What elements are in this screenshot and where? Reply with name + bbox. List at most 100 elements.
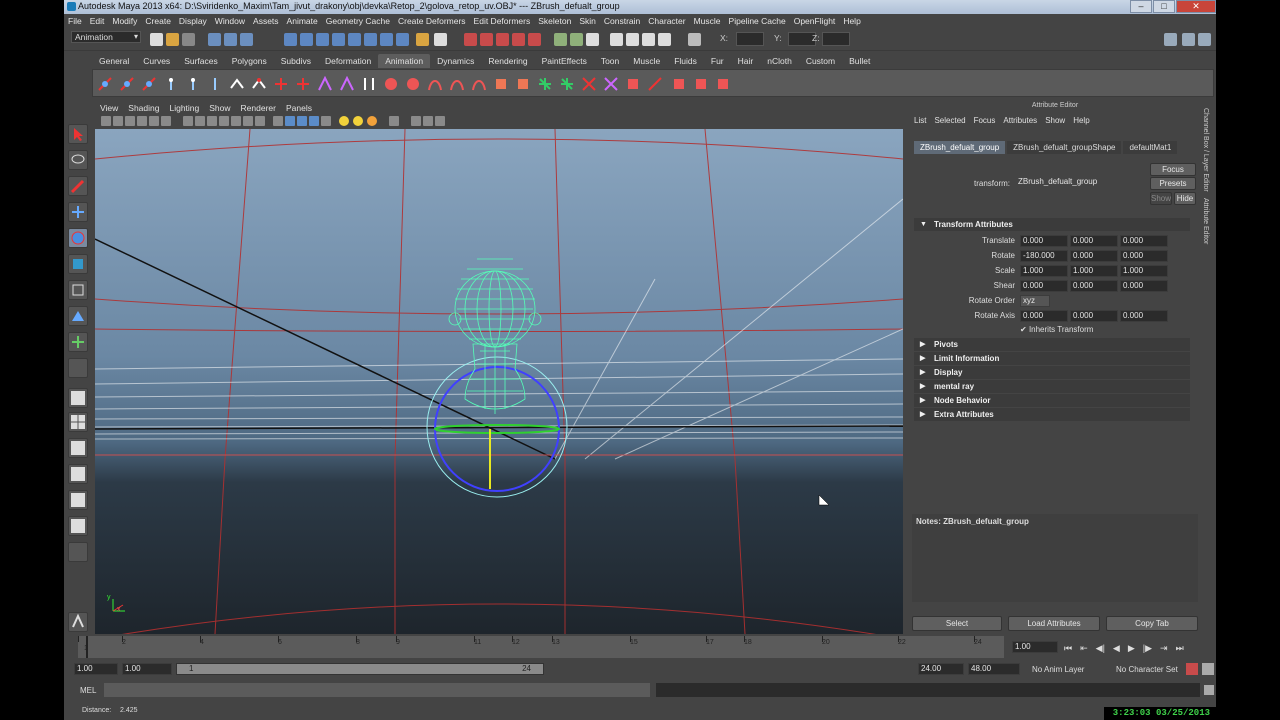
minimize-button[interactable]: – bbox=[1130, 0, 1152, 13]
menu-edit[interactable]: Edit bbox=[90, 14, 105, 28]
gate-mask-icon[interactable] bbox=[219, 116, 229, 126]
shelf-tab-general[interactable]: General bbox=[92, 54, 136, 68]
mel-label[interactable]: MEL bbox=[80, 686, 96, 695]
character-set-dropdown[interactable]: No Character Set bbox=[1116, 665, 1178, 674]
step-back-key-icon[interactable]: ⇤ bbox=[1080, 643, 1088, 654]
mask-curves-icon[interactable] bbox=[316, 33, 329, 46]
scale-tool-icon[interactable] bbox=[68, 254, 88, 274]
select-button[interactable]: Select bbox=[912, 616, 1002, 631]
shelf-tab-muscle[interactable]: Muscle bbox=[626, 54, 667, 68]
animation-prefs-icon[interactable] bbox=[1202, 663, 1214, 675]
quick-layout-icon[interactable] bbox=[68, 612, 88, 632]
translate-z-field[interactable]: 0.000 bbox=[1120, 235, 1168, 247]
camera-attributes-icon[interactable] bbox=[113, 116, 123, 126]
node-behavior-section[interactable]: ▶ Node Behavior bbox=[914, 394, 1190, 407]
shadows-icon[interactable] bbox=[367, 116, 377, 126]
rotate-axis-z-field[interactable]: 0.000 bbox=[1120, 310, 1168, 322]
rotate-z-field[interactable]: 0.000 bbox=[1120, 250, 1168, 262]
playback-end-field[interactable]: 24.00 bbox=[918, 663, 964, 675]
vp-menu-renderer[interactable]: Renderer bbox=[241, 102, 276, 114]
image-plane-icon[interactable] bbox=[137, 116, 147, 126]
lasso-tool-icon[interactable] bbox=[68, 150, 88, 170]
menu-modify[interactable]: Modify bbox=[112, 14, 137, 28]
shelf-tab-animation[interactable]: Animation bbox=[378, 54, 431, 68]
ae-tab-shape[interactable]: ZBrush_defualt_groupShape bbox=[1007, 140, 1122, 154]
start-time-field[interactable]: 1.00 bbox=[74, 663, 118, 675]
translate-x-field[interactable]: 0.000 bbox=[1020, 235, 1068, 247]
x-field[interactable] bbox=[736, 32, 764, 46]
safe-action-icon[interactable] bbox=[243, 116, 253, 126]
mask-rendering-icon[interactable] bbox=[380, 33, 393, 46]
ae-menu-show[interactable]: Show bbox=[1045, 114, 1065, 128]
shelf-tab-curves[interactable]: Curves bbox=[136, 54, 177, 68]
scale-x-field[interactable]: 1.000 bbox=[1020, 265, 1068, 277]
menu-set-dropdown[interactable]: Animation bbox=[71, 31, 141, 43]
mask-handles-icon[interactable] bbox=[284, 33, 297, 46]
mask-deformations-icon[interactable] bbox=[348, 33, 361, 46]
side-tab-attribute-editor[interactable]: Attribute Editor bbox=[1202, 198, 1209, 244]
transform-attributes-section[interactable]: ▼ Transform Attributes bbox=[914, 218, 1190, 231]
inherits-transform-checkbox[interactable]: ✔ Inherits Transform bbox=[1020, 325, 1093, 334]
current-time-marker[interactable] bbox=[86, 636, 88, 658]
isolate-select-icon[interactable] bbox=[273, 116, 283, 126]
ae-menu-focus[interactable]: Focus bbox=[974, 114, 996, 128]
side-tab-channel-box[interactable]: Channel Box / Layer Editor bbox=[1202, 108, 1209, 192]
menu-window[interactable]: Window bbox=[215, 14, 245, 28]
snap-to-view-plane-icon[interactable] bbox=[512, 33, 525, 46]
vp-menu-view[interactable]: View bbox=[100, 102, 118, 114]
wireframe-on-shaded-icon[interactable] bbox=[309, 116, 319, 126]
step-forward-key-icon[interactable]: ⇥ bbox=[1160, 643, 1168, 654]
menu-create[interactable]: Create bbox=[145, 14, 171, 28]
rotate-tool-icon[interactable] bbox=[68, 228, 88, 248]
isolate-icon[interactable] bbox=[435, 116, 445, 126]
wireframe-icon[interactable] bbox=[285, 116, 295, 126]
select-camera-icon[interactable] bbox=[101, 116, 111, 126]
copy-tab-button[interactable]: Copy Tab bbox=[1106, 616, 1198, 631]
soft-modification-tool-icon[interactable] bbox=[68, 306, 88, 326]
toggle-sidebar-icon[interactable] bbox=[1164, 33, 1177, 46]
select-hierarchy-icon[interactable] bbox=[208, 33, 221, 46]
shelf-tab-custom[interactable]: Custom bbox=[799, 54, 842, 68]
show-button[interactable]: Show bbox=[1150, 192, 1172, 205]
render-frame-icon[interactable] bbox=[626, 33, 639, 46]
move-tool-icon[interactable] bbox=[68, 202, 88, 222]
new-scene-icon[interactable] bbox=[150, 33, 163, 46]
extra-attributes-section[interactable]: ▶ Extra Attributes bbox=[914, 408, 1190, 421]
hide-button[interactable]: Hide bbox=[1174, 192, 1196, 205]
vp-menu-panels[interactable]: Panels bbox=[286, 102, 312, 114]
persp-graph-layout-icon[interactable] bbox=[68, 464, 88, 484]
shelf-tab-bullet[interactable]: Bullet bbox=[842, 54, 877, 68]
play-back-icon[interactable]: ◀ bbox=[1113, 643, 1120, 654]
limit-information-section[interactable]: ▶ Limit Information bbox=[914, 352, 1190, 365]
mask-surfaces-icon[interactable] bbox=[332, 33, 345, 46]
menu-file[interactable]: File bbox=[68, 14, 82, 28]
anim-layer-dropdown[interactable]: No Anim Layer bbox=[1032, 665, 1084, 674]
smooth-shade-icon[interactable] bbox=[297, 116, 307, 126]
perspective-viewport[interactable]: y x bbox=[95, 129, 903, 634]
shelf-tab-rendering[interactable]: Rendering bbox=[481, 54, 534, 68]
vp-menu-lighting[interactable]: Lighting bbox=[169, 102, 199, 114]
range-slider[interactable]: 1 24 bbox=[176, 663, 544, 675]
translate-y-field[interactable]: 0.000 bbox=[1070, 235, 1118, 247]
snap-to-point-icon[interactable] bbox=[496, 33, 509, 46]
ae-menu-attributes[interactable]: Attributes bbox=[1003, 114, 1037, 128]
shelf-tab-hair[interactable]: Hair bbox=[731, 54, 761, 68]
load-attributes-button[interactable]: Load Attributes bbox=[1008, 616, 1100, 631]
menu-character[interactable]: Character bbox=[648, 14, 685, 28]
notes-panel[interactable]: Notes: ZBrush_defualt_group bbox=[912, 514, 1198, 602]
shelf-tab-ncloth[interactable]: nCloth bbox=[760, 54, 799, 68]
shelf-tab-fluids[interactable]: Fluids bbox=[667, 54, 704, 68]
go-end-icon[interactable]: ⏭ bbox=[1176, 643, 1184, 654]
shelf-tab-toon[interactable]: Toon bbox=[594, 54, 626, 68]
render-settings-icon[interactable] bbox=[658, 33, 671, 46]
xray-icon[interactable] bbox=[389, 116, 399, 126]
outliner-layout-icon[interactable] bbox=[68, 516, 88, 536]
display-section[interactable]: ▶ Display bbox=[914, 366, 1190, 379]
bookmarks-icon[interactable] bbox=[125, 116, 135, 126]
snap-to-curve-icon[interactable] bbox=[480, 33, 493, 46]
safe-title-icon[interactable] bbox=[255, 116, 265, 126]
rotate-y-field[interactable]: 0.000 bbox=[1070, 250, 1118, 262]
ae-menu-selected[interactable]: Selected bbox=[934, 114, 965, 128]
default-light-icon[interactable] bbox=[339, 116, 349, 126]
four-view-layout-icon[interactable] bbox=[68, 412, 88, 432]
